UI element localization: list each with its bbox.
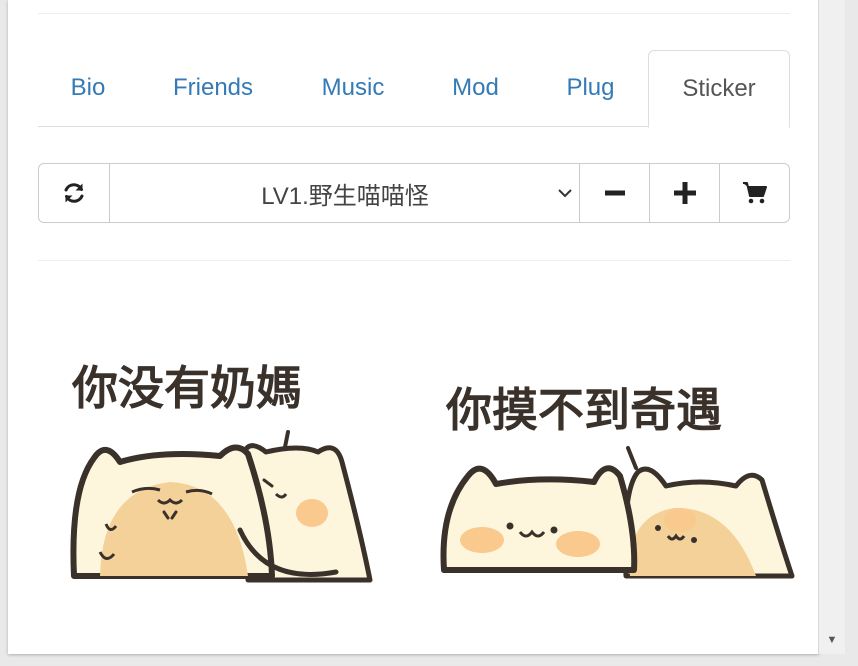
sticker-caption: 你没有奶媽 [71,361,302,415]
plus-icon [674,182,696,204]
sticker-grid: 你没有奶媽 你摸不到奇遇 [60,340,800,600]
tab-plug[interactable]: Plug [533,50,648,126]
sticker-image: 你没有奶媽 [70,361,373,583]
sticker-pack-select[interactable]: LV1.野生喵喵怪 [109,164,580,222]
refresh-button[interactable] [39,164,109,222]
decrease-size-button[interactable] [579,164,650,222]
cart-icon [743,182,767,204]
toolbar-divider [38,260,790,261]
minus-icon [605,190,625,196]
chevron-down-icon [558,189,572,198]
sticker-pack-value: LV1.野生喵喵怪 [261,182,429,210]
tab-music[interactable]: Music [288,50,418,126]
scroll-down-arrow-icon[interactable]: ▼ [819,634,845,646]
sticker-item[interactable]: 你摸不到奇遇 [430,340,800,600]
tab-bio[interactable]: Bio [38,50,138,126]
tab-friends[interactable]: Friends [138,50,288,126]
sticker-caption: 你摸不到奇遇 [445,383,722,437]
increase-size-button[interactable] [649,164,720,222]
sticker-item[interactable]: 你没有奶媽 [60,340,390,600]
shop-button[interactable] [719,164,790,222]
refresh-icon [64,183,84,203]
sticker-toolbar: LV1.野生喵喵怪 [38,163,790,223]
tab-sticker[interactable]: Sticker [648,50,790,128]
vertical-scrollbar[interactable]: ▼ [819,0,845,654]
tab-bar: Bio Friends Music Mod Plug Sticker [38,50,790,128]
sticker-image: 你摸不到奇遇 [440,383,795,579]
top-divider [38,13,790,14]
sticker-panel: Bio Friends Music Mod Plug Sticker LV1.野… [8,0,819,654]
tab-mod[interactable]: Mod [418,50,533,126]
